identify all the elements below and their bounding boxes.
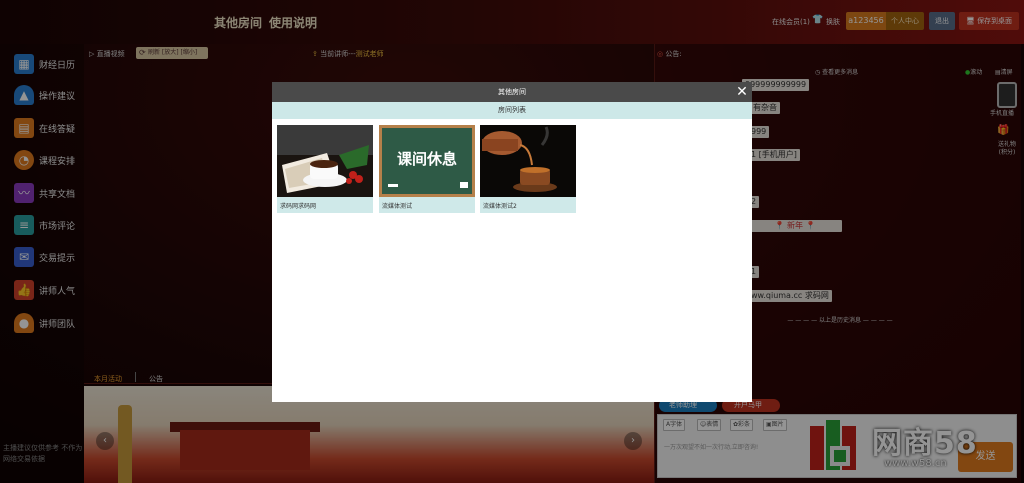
- room-card-2[interactable]: 课间休息 流媒体测试: [379, 125, 475, 213]
- room-name: 求码网求码网: [280, 203, 317, 210]
- room-card-1[interactable]: 求码网求码网: [277, 125, 373, 213]
- modal-subtitle: 房间列表: [272, 102, 752, 119]
- modal-title: 其他房间: [272, 82, 752, 102]
- room-thumbnail-coffee: [277, 125, 373, 197]
- room-name: 流媒体测试: [382, 203, 413, 210]
- room-thumbnail-chalkboard: 课间休息: [379, 125, 475, 197]
- room-card-3[interactable]: 流媒体测试2: [480, 125, 576, 213]
- room-name: 流媒体测试2: [483, 203, 517, 210]
- chalkboard-text: 课间休息: [396, 150, 457, 168]
- room-thumbnail-tea: [480, 125, 576, 197]
- close-icon[interactable]: ✕: [734, 82, 750, 102]
